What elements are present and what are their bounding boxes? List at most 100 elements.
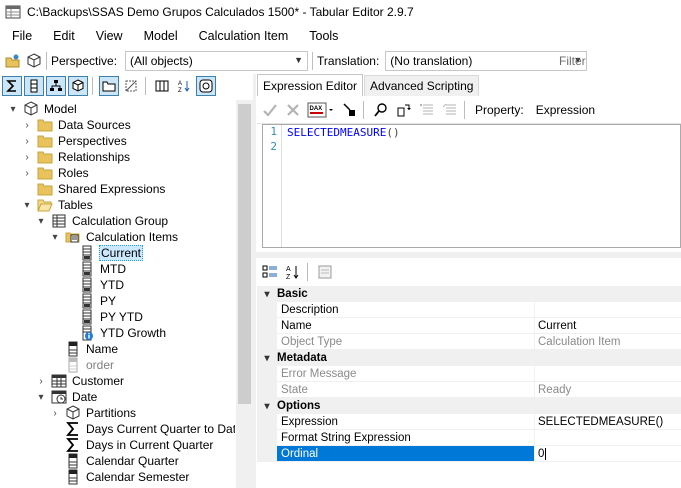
collapse-chevron-icon[interactable]: ▾ <box>50 232 60 243</box>
property-value[interactable]: Current <box>535 318 681 334</box>
tab-expression-editor[interactable]: Expression Editor <box>257 74 364 96</box>
property-value[interactable]: 0 <box>535 446 681 462</box>
tree-node[interactable]: ▾ Date <box>36 389 98 405</box>
show-all-columns-button[interactable] <box>152 76 172 96</box>
property-row[interactable]: Object Type Calculation Item <box>257 334 681 350</box>
tree-node[interactable]: Name <box>50 341 119 357</box>
sort-alphabetical-icon[interactable]: AZ <box>174 76 194 96</box>
show-measures-button[interactable] <box>2 76 22 96</box>
show-hidden-button[interactable] <box>121 76 141 96</box>
comment-icon[interactable] <box>417 100 437 120</box>
model-tree: ▾ Model › Data Sources › Perspectives › Relatio… <box>0 100 235 488</box>
property-row[interactable]: Name Current <box>257 318 681 334</box>
menu-calculation-item[interactable]: Calculation Item <box>187 29 298 43</box>
property-row[interactable]: Expression SELECTEDMEASURE() <box>257 414 681 430</box>
categorized-view-icon[interactable] <box>260 262 280 282</box>
property-row[interactable]: State Ready <box>257 382 681 398</box>
property-row[interactable]: Ordinal 0 <box>257 446 681 462</box>
accept-icon[interactable] <box>260 100 280 120</box>
tab-advanced-scripting[interactable]: Advanced Scripting <box>364 75 480 96</box>
expression-editor[interactable]: 1 2 SELECTEDMEASURE() <box>262 124 681 248</box>
show-metadata-info-button[interactable] <box>196 76 216 96</box>
property-value[interactable] <box>535 366 681 382</box>
collapse-chevron-icon[interactable]: ▾ <box>257 353 277 364</box>
property-category[interactable]: ▾ Options <box>257 398 681 414</box>
collapse-chevron-icon[interactable]: ▾ <box>22 200 32 211</box>
property-row[interactable]: Error Message <box>257 366 681 382</box>
property-pages-icon[interactable] <box>315 262 335 282</box>
property-value[interactable]: Ready <box>535 382 681 398</box>
tree-node[interactable]: ▾ Model <box>8 101 78 117</box>
open-icon[interactable] <box>5 53 21 69</box>
tree-node[interactable]: Days in Current Quarter <box>50 437 214 453</box>
tree-node[interactable]: Calendar Semester <box>50 469 190 485</box>
show-hierarchies-button[interactable] <box>46 76 66 96</box>
menu-view[interactable]: View <box>84 29 132 43</box>
property-row[interactable]: Format String Expression <box>257 430 681 446</box>
expand-chevron-icon[interactable]: › <box>36 376 46 387</box>
property-value[interactable]: SELECTEDMEASURE() <box>535 414 681 430</box>
tree-node[interactable]: ▾ Tables <box>22 197 94 213</box>
vertical-splitter[interactable] <box>253 74 256 488</box>
show-display-folders-button[interactable] <box>99 76 119 96</box>
horizontal-splitter[interactable] <box>256 252 681 258</box>
tree-node[interactable]: Shared Expressions <box>22 181 166 197</box>
property-value-text: Ready <box>538 383 572 396</box>
tree-node[interactable]: › Relationships <box>22 149 131 165</box>
replace-icon[interactable] <box>394 100 414 120</box>
tree-node[interactable]: Days Current Quarter to Date <box>50 421 235 437</box>
property-value[interactable] <box>535 430 681 446</box>
property-category[interactable]: ▾ Basic <box>257 286 681 302</box>
tree-node[interactable]: order <box>50 357 115 373</box>
tree-node[interactable]: ▾ Calculation Group <box>36 213 169 229</box>
search-icon[interactable] <box>371 100 391 120</box>
collapse-chevron-icon[interactable]: ▾ <box>36 216 46 227</box>
format-icon[interactable] <box>339 100 359 120</box>
perspective-dropdown[interactable]: (All objects) ▼ <box>125 51 309 71</box>
uncomment-icon[interactable] <box>440 100 460 120</box>
dax-formatter-icon[interactable]: DAX <box>306 100 336 120</box>
expand-chevron-icon[interactable]: › <box>22 152 32 163</box>
show-partitions-button[interactable] <box>68 76 88 96</box>
tree-node[interactable]: MTD <box>64 261 127 277</box>
expand-chevron-icon[interactable]: › <box>22 120 32 131</box>
tree-node[interactable]: › Perspectives <box>22 133 128 149</box>
expand-chevron-icon[interactable]: › <box>50 408 60 419</box>
sort-alphabetical-icon[interactable]: AZ <box>283 262 303 282</box>
tabular-editor-app-icon <box>5 4 21 20</box>
tree-node[interactable]: YTD Growth <box>64 325 167 341</box>
tree-node[interactable]: › Customer <box>36 373 125 389</box>
code-content[interactable]: SELECTEDMEASURE() <box>287 125 400 155</box>
tree-node[interactable]: PY <box>64 293 117 309</box>
tree-node[interactable]: PY YTD <box>64 309 144 325</box>
property-value[interactable] <box>535 302 681 318</box>
tree-node[interactable]: YTD <box>64 277 125 293</box>
tree-node[interactable]: Calendar Quarter <box>50 453 180 469</box>
tree-node[interactable]: › Roles <box>22 165 90 181</box>
property-value[interactable]: Calculation Item <box>535 334 681 350</box>
menu-file[interactable]: File <box>0 29 41 43</box>
cancel-icon[interactable] <box>283 100 303 120</box>
expand-chevron-icon[interactable]: › <box>22 168 32 179</box>
collapse-chevron-icon[interactable]: ▾ <box>257 289 277 300</box>
collapse-chevron-icon[interactable]: ▾ <box>8 104 18 115</box>
property-category[interactable]: ▾ Metadata <box>257 350 681 366</box>
filter-input[interactable]: Filter <box>552 50 681 71</box>
menu-model[interactable]: Model <box>132 29 187 43</box>
property-selector[interactable]: Expression <box>536 103 595 117</box>
collapse-chevron-icon[interactable]: ▾ <box>257 401 277 412</box>
tree-node[interactable]: › Data Sources <box>22 117 132 133</box>
deploy-icon[interactable] <box>26 53 42 69</box>
menu-tools[interactable]: Tools <box>297 29 347 43</box>
tree-node[interactable]: ▾ Calculation Items <box>50 229 179 245</box>
tree-scrollbar-thumb[interactable] <box>238 104 251 404</box>
collapse-chevron-icon[interactable]: ▾ <box>36 392 46 403</box>
property-category-label: Basic <box>277 288 308 300</box>
property-row[interactable]: Description <box>257 302 681 318</box>
tree-node[interactable]: › Partitions <box>50 405 137 421</box>
show-columns-button[interactable] <box>24 76 44 96</box>
tree-node[interactable]: Current <box>64 245 144 261</box>
expand-chevron-icon[interactable]: › <box>22 136 32 147</box>
menu-edit[interactable]: Edit <box>41 29 84 43</box>
tree-scrollbar[interactable] <box>236 100 253 488</box>
